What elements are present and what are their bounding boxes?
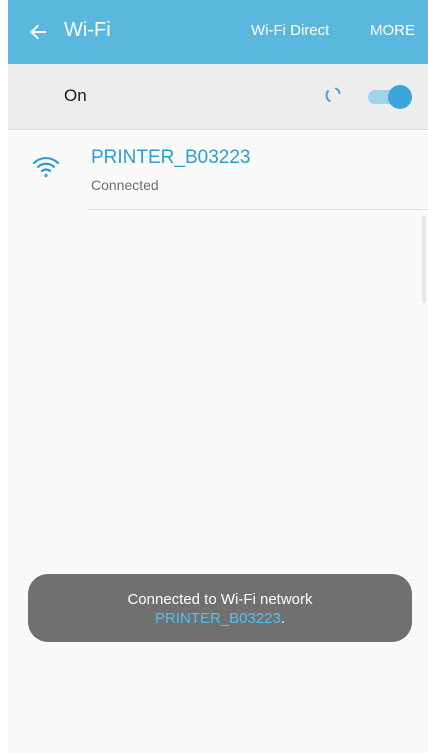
wifi-direct-button[interactable]: Wi-Fi Direct [251,22,329,39]
network-list-item[interactable]: PRINTER_B03223 Connected [8,130,428,210]
network-name: PRINTER_B03223 [91,147,251,168]
scrollbar[interactable] [422,215,426,303]
wifi-switch-label: On [64,86,87,105]
back-button[interactable] [22,16,54,48]
toast-network-name: PRINTER_B03223 [154,610,281,627]
arrow-left-icon [30,24,46,40]
wifi-signal-icon [32,156,60,178]
toast-message: Connected to Wi-Fi network [127,591,313,608]
wifi-settings-screen: Wi-Fi Wi-Fi Direct MORE On PRINTER_B0322… [8,0,428,753]
wifi-switch-row[interactable]: On [8,64,428,130]
list-divider [88,209,428,210]
toast-network-line: PRINTER_B03223. [28,610,412,627]
connection-toast: Connected to Wi-Fi network PRINTER_B0322… [28,574,412,642]
page-title: Wi-Fi [64,19,111,41]
network-status: Connected [91,177,159,193]
toast-suffix: . [280,610,286,627]
app-bar: Wi-Fi Wi-Fi Direct MORE [8,0,428,64]
toggle-thumb [388,85,412,109]
more-button[interactable]: MORE [370,22,415,39]
spinner-icon [325,87,341,102]
wifi-toggle[interactable] [366,84,414,110]
